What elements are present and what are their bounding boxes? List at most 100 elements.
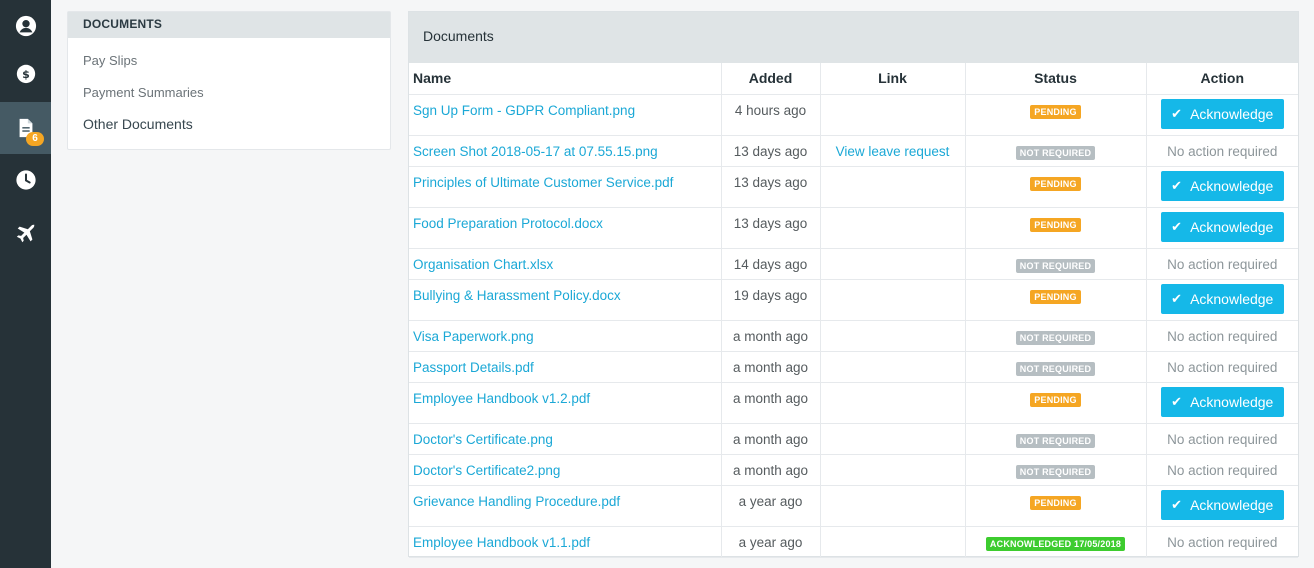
- document-file-link[interactable]: Principles of Ultimate Customer Service.…: [413, 175, 673, 190]
- table-row: Doctor's Certificate.png a month ago NOT R…: [409, 423, 1298, 455]
- added-cell: 14 days ago: [721, 248, 821, 280]
- added-cell: a month ago: [721, 351, 821, 383]
- acknowledge-button-label: Acknowledge: [1190, 218, 1274, 235]
- table-row: Screen Shot 2018-05-17 at 07.55.15.png 13…: [409, 135, 1298, 167]
- status-cell: PENDING: [965, 279, 1147, 321]
- status-cell: PENDING: [965, 382, 1147, 424]
- name-cell: Passport Details.pdf: [409, 351, 722, 383]
- document-file-link[interactable]: Passport Details.pdf: [413, 360, 534, 375]
- documents-table: Name Added Link Status Action Sgn Up For…: [409, 63, 1298, 558]
- status-cell: NOT REQUIRED: [965, 351, 1147, 383]
- added-cell: 19 days ago: [721, 279, 821, 321]
- added-cell: a month ago: [721, 454, 821, 486]
- status-cell: NOT REQUIRED: [965, 248, 1147, 280]
- coins-icon: $: [16, 64, 35, 84]
- table-row: Bullying & Harassment Policy.docx 19 days…: [409, 279, 1298, 321]
- no-action-text: No action required: [1167, 462, 1278, 478]
- name-cell: Doctor's Certificate.png: [409, 423, 722, 455]
- table-row: Visa Paperwork.png a month ago NOT REQUIRE…: [409, 320, 1298, 352]
- documents-panel-heading: Documents: [409, 12, 1298, 63]
- checkmark-icon: ✔: [1171, 105, 1183, 121]
- added-cell: 13 days ago: [721, 166, 821, 208]
- name-cell: Food Preparation Protocol.docx: [409, 207, 722, 249]
- added-cell: a year ago: [721, 526, 821, 558]
- document-file-link[interactable]: Organisation Chart.xlsx: [413, 257, 553, 272]
- table-row: Employee Handbook v1.1.pdf a year ago ACKN…: [409, 526, 1298, 558]
- no-action-text: No action required: [1167, 534, 1278, 550]
- column-header-link: Link: [820, 63, 966, 95]
- link-cell: [820, 526, 966, 558]
- action-cell: No action required: [1146, 320, 1298, 352]
- name-cell: Grievance Handling Procedure.pdf: [409, 485, 722, 527]
- link-cell: [820, 454, 966, 486]
- action-cell: No action required: [1146, 248, 1298, 280]
- document-file-link[interactable]: Employee Handbook v1.2.pdf: [413, 391, 590, 406]
- link-cell: [820, 279, 966, 321]
- action-cell: No action required: [1146, 526, 1298, 558]
- link-cell: [820, 320, 966, 352]
- column-header-added[interactable]: Added: [721, 63, 821, 95]
- acknowledge-button[interactable]: ✔ Acknowledge: [1160, 98, 1284, 129]
- category-link-pay-slips[interactable]: Pay Slips: [83, 53, 137, 68]
- rail-item-documents[interactable]: 6: [0, 102, 51, 154]
- name-cell: Employee Handbook v1.2.pdf: [409, 382, 722, 424]
- clock-icon: [15, 170, 36, 190]
- category-link-other-documents[interactable]: Other Documents: [83, 116, 193, 132]
- document-file-link[interactable]: Bullying & Harassment Policy.docx: [413, 288, 621, 303]
- document-file-link[interactable]: Food Preparation Protocol.docx: [413, 216, 603, 231]
- icon-rail: $ 6: [0, 0, 51, 568]
- document-file-link[interactable]: Grievance Handling Procedure.pdf: [413, 494, 620, 509]
- category-link-payment-summaries[interactable]: Payment Summaries: [83, 85, 204, 100]
- rail-item-leave[interactable]: [0, 208, 51, 260]
- svg-text:$: $: [22, 68, 30, 81]
- acknowledge-button-label: Acknowledge: [1190, 105, 1274, 122]
- column-header-name[interactable]: Name: [409, 63, 722, 95]
- status-cell: NOT REQUIRED: [965, 135, 1147, 167]
- documents-category-panel: DOCUMENTS Pay Slips Payment Summaries Ot…: [67, 11, 391, 150]
- documents-table-panel: Documents Name Added Link Status Action …: [408, 11, 1299, 558]
- acknowledge-button[interactable]: ✔ Acknowledge: [1160, 211, 1284, 242]
- acknowledge-button[interactable]: ✔ Acknowledge: [1160, 170, 1284, 201]
- document-file-link[interactable]: Visa Paperwork.png: [413, 329, 534, 344]
- link-cell: [820, 485, 966, 527]
- document-file-link[interactable]: Sgn Up Form - GDPR Compliant.png: [413, 103, 635, 118]
- rail-item-timesheets[interactable]: [0, 154, 51, 206]
- table-row: Sgn Up Form - GDPR Compliant.png 4 hours …: [409, 94, 1298, 136]
- checkmark-icon: ✔: [1171, 218, 1183, 234]
- link-cell: [820, 423, 966, 455]
- action-cell: ✔ Acknowledge: [1146, 485, 1298, 527]
- added-cell: a month ago: [721, 423, 821, 455]
- acknowledge-button-label: Acknowledge: [1190, 290, 1274, 307]
- link-cell: [820, 248, 966, 280]
- checkmark-icon: ✔: [1171, 496, 1183, 512]
- status-badge: PENDING: [1030, 495, 1081, 510]
- view-leave-request-link[interactable]: View leave request: [836, 144, 950, 159]
- name-cell: Doctor's Certificate2.png: [409, 454, 722, 486]
- table-row: Doctor's Certificate2.png a month ago NOT …: [409, 454, 1298, 486]
- document-file-link[interactable]: Doctor's Certificate2.png: [413, 463, 560, 478]
- action-cell: ✔ Acknowledge: [1146, 94, 1298, 136]
- no-action-text: No action required: [1167, 328, 1278, 344]
- acknowledge-button[interactable]: ✔ Acknowledge: [1160, 386, 1284, 417]
- checkmark-icon: ✔: [1171, 393, 1183, 409]
- document-file-link[interactable]: Screen Shot 2018-05-17 at 07.55.15.png: [413, 144, 658, 159]
- link-cell: View leave request: [820, 135, 966, 167]
- link-cell: [820, 382, 966, 424]
- status-cell: PENDING: [965, 485, 1147, 527]
- acknowledge-button[interactable]: ✔ Acknowledge: [1160, 283, 1284, 314]
- status-cell: PENDING: [965, 207, 1147, 249]
- name-cell: Screen Shot 2018-05-17 at 07.55.15.png: [409, 135, 722, 167]
- no-action-text: No action required: [1167, 359, 1278, 375]
- added-cell: 13 days ago: [721, 135, 821, 167]
- status-badge: NOT REQUIRED: [1015, 330, 1096, 345]
- acknowledge-button[interactable]: ✔ Acknowledge: [1160, 489, 1284, 520]
- action-cell: No action required: [1146, 351, 1298, 383]
- column-header-action: Action: [1146, 63, 1298, 95]
- document-file-link[interactable]: Employee Handbook v1.1.pdf: [413, 535, 590, 550]
- category-panel-heading: DOCUMENTS: [68, 12, 390, 38]
- document-file-link[interactable]: Doctor's Certificate.png: [413, 432, 553, 447]
- added-cell: 13 days ago: [721, 207, 821, 249]
- rail-item-profile[interactable]: [0, 0, 51, 52]
- status-badge: NOT REQUIRED: [1015, 258, 1096, 273]
- rail-item-pay[interactable]: $: [0, 47, 51, 99]
